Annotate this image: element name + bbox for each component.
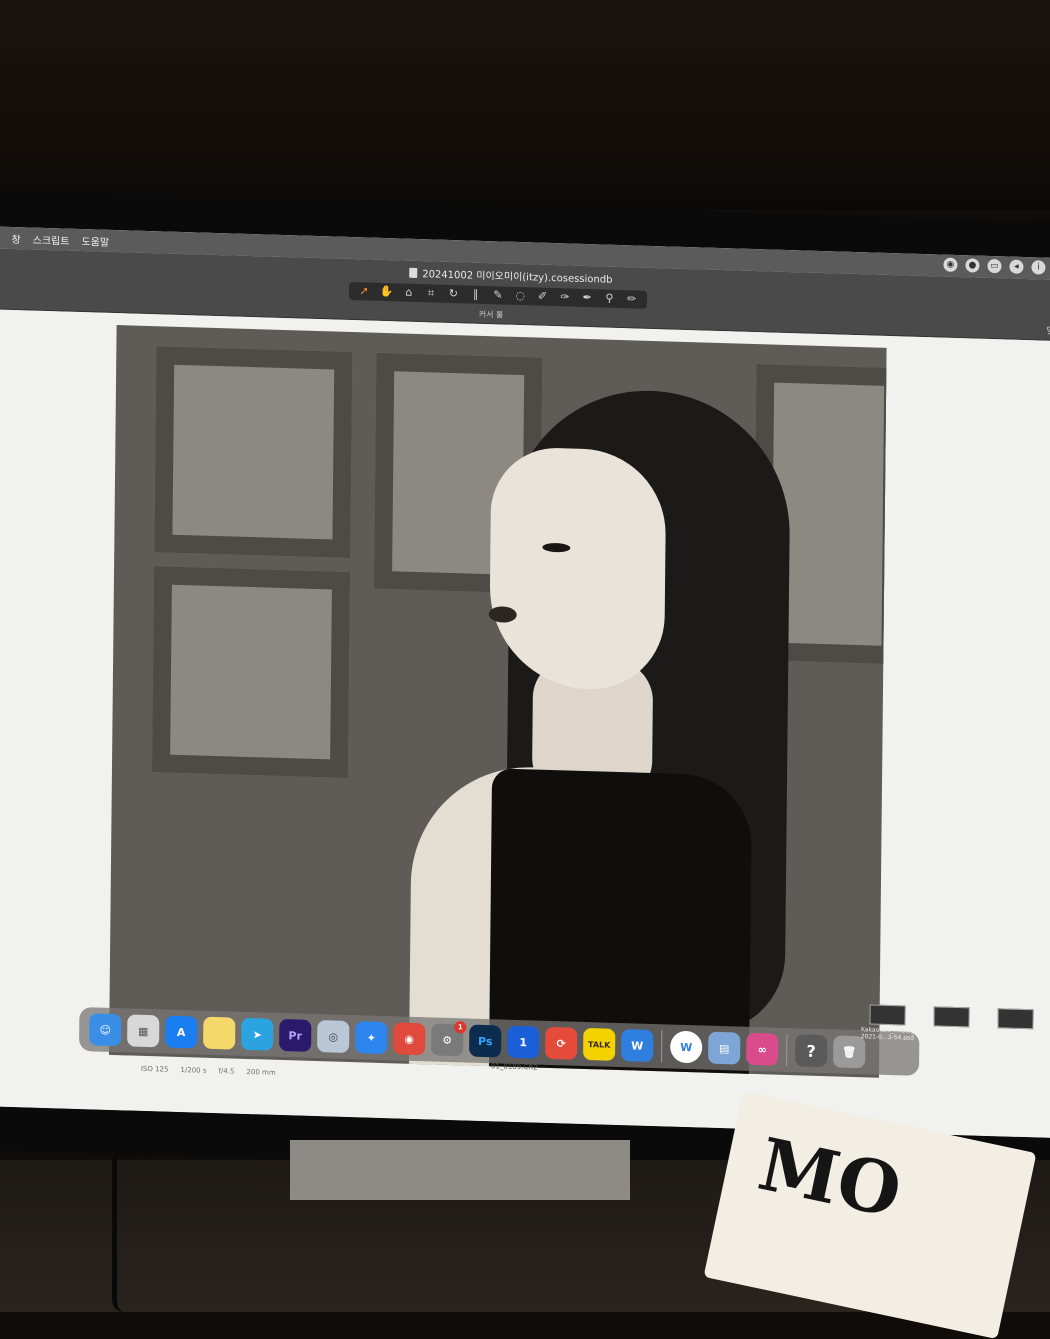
monitor-stand bbox=[290, 1140, 630, 1200]
tool-bar: ➚ ✋ ⌂ ⌗ ↻ ∥ ✎ ◌ ✐ ✑ ✒ ⚲ ✏ bbox=[348, 281, 648, 309]
exif-aperture: f/4.5 bbox=[218, 1067, 235, 1076]
photo-preview[interactable] bbox=[108, 325, 887, 1078]
cursor-tool-icon[interactable]: ➚ bbox=[354, 282, 374, 301]
document-title-text: 20241002 미이오미이(itzy).cosessiondb bbox=[422, 269, 613, 286]
sync-icon[interactable]: ⟳ bbox=[545, 1026, 578, 1060]
eraser-tool-icon[interactable]: ◌ bbox=[510, 287, 530, 306]
menu-help[interactable]: 도움말 bbox=[81, 233, 109, 249]
w-app-icon[interactable]: W bbox=[621, 1029, 654, 1063]
app-store-icon[interactable]: A bbox=[165, 1015, 198, 1049]
1password-label: 1 bbox=[519, 1035, 528, 1049]
file-thumbnail bbox=[933, 1006, 970, 1028]
kakaotalk-icon[interactable]: TALK bbox=[583, 1027, 616, 1061]
document-title: 20241002 미이오미이(itzy).cosessiondb bbox=[409, 265, 613, 286]
exif-iso: ISO 125 bbox=[140, 1064, 169, 1074]
info-icon[interactable]: i bbox=[1031, 260, 1046, 275]
room-wall bbox=[0, 0, 1050, 210]
person-lips bbox=[488, 606, 517, 623]
screen-icon[interactable]: ▭ bbox=[987, 258, 1002, 274]
background-window bbox=[154, 346, 353, 559]
status-icons: ◉ ● ▭ ◂ i bbox=[943, 257, 1046, 275]
shield-icon[interactable]: ● bbox=[965, 258, 980, 273]
exif-shutter: 1/200 s bbox=[180, 1065, 207, 1075]
system-settings-icon[interactable]: ⚙ 1 bbox=[431, 1021, 467, 1057]
preview-icon[interactable]: ◎ bbox=[317, 1020, 350, 1053]
gradient-tool-icon[interactable]: ✐ bbox=[532, 287, 552, 306]
help-label: ? bbox=[806, 1041, 816, 1061]
annotate-tool-icon[interactable]: ✏ bbox=[622, 290, 642, 309]
box-logo: MO bbox=[751, 1121, 909, 1234]
dock-separator bbox=[786, 1033, 788, 1066]
finder-icon[interactable]: ☺ bbox=[89, 1013, 122, 1047]
premiere-pro-label: Pr bbox=[288, 1028, 303, 1043]
heal-tool-icon[interactable]: ✑ bbox=[555, 288, 575, 307]
screen: 창 스크립트 도움말 ◉ ● ▭ ◂ i 20241002 미이오미이(itzy… bbox=[0, 226, 1050, 1139]
loupe-tool-icon[interactable]: ⌂ bbox=[399, 283, 419, 302]
desktop-files: KakaoTalk_Photo_ 2021-0...3-54.psd Kakao… bbox=[859, 1004, 1043, 1045]
w-app-label: W bbox=[631, 1038, 644, 1053]
pick-tool-icon[interactable]: ⚲ bbox=[599, 289, 619, 308]
desktop-file[interactable]: KakaoTalk_P 2021-02...- bbox=[987, 1008, 1043, 1046]
word-tool-label: W bbox=[680, 1040, 693, 1054]
menu-script[interactable]: 스크립트 bbox=[33, 231, 70, 247]
screen-capture-icon[interactable]: ▤ bbox=[708, 1031, 741, 1065]
notes-icon[interactable] bbox=[203, 1016, 236, 1050]
trash-icon[interactable]: 🗑 bbox=[833, 1035, 866, 1069]
rotate-tool-icon[interactable]: ↻ bbox=[443, 285, 463, 304]
background-window bbox=[151, 566, 351, 778]
1password-icon[interactable]: 1 bbox=[507, 1025, 540, 1059]
app-store-label: A bbox=[176, 1025, 186, 1039]
crop-tool-icon[interactable]: ⌗ bbox=[421, 284, 441, 303]
word-tool-icon[interactable]: W bbox=[670, 1030, 703, 1064]
person-face bbox=[488, 446, 667, 692]
file-thumbnail bbox=[869, 1004, 906, 1026]
document-icon bbox=[409, 267, 418, 278]
speaker-icon[interactable]: ◂ bbox=[1009, 259, 1024, 274]
photoshop-icon[interactable]: Ps bbox=[469, 1024, 502, 1058]
notification-badge: 1 bbox=[454, 1021, 467, 1034]
pan-tool-icon[interactable]: ✋ bbox=[376, 283, 396, 302]
eye-icon[interactable]: ◉ bbox=[943, 257, 958, 273]
photoshop-label: Ps bbox=[477, 1034, 493, 1048]
premiere-pro-icon[interactable]: Pr bbox=[279, 1018, 312, 1052]
desktop-file[interactable]: KakaoTalk_Photo_ 2021-0...3-56.psd bbox=[923, 1006, 979, 1044]
exif-focal: 200 mm bbox=[246, 1067, 276, 1077]
file-thumbnail bbox=[997, 1008, 1034, 1030]
telegram-icon[interactable]: ➤ bbox=[241, 1017, 274, 1051]
clone-tool-icon[interactable]: ✒ bbox=[577, 289, 597, 308]
dock-separator bbox=[661, 1030, 663, 1063]
kakaotalk-label: TALK bbox=[587, 1039, 611, 1050]
help-icon[interactable]: ? bbox=[795, 1034, 828, 1068]
chrome-icon[interactable]: ◉ bbox=[393, 1022, 426, 1056]
menu-window[interactable]: 창 bbox=[11, 230, 20, 245]
desktop-file[interactable]: KakaoTalk_Photo_ 2021-0...3-54.psd bbox=[859, 1004, 915, 1042]
safari-icon[interactable]: ✦ bbox=[355, 1021, 388, 1055]
tool-caption: 커서 툴 bbox=[478, 309, 504, 320]
right-edge-label: 맞 bbox=[1046, 326, 1050, 337]
launchpad-icon[interactable]: ▦ bbox=[127, 1014, 160, 1048]
monitor: 창 스크립트 도움말 ◉ ● ▭ ◂ i 20241002 미이오미이(itzy… bbox=[0, 190, 1050, 1183]
creative-cloud-icon[interactable]: ∞ bbox=[746, 1032, 779, 1066]
keystone-tool-icon[interactable]: ∥ bbox=[466, 285, 486, 304]
brush-tool-icon[interactable]: ✎ bbox=[488, 286, 508, 305]
cable bbox=[112, 1150, 139, 1312]
